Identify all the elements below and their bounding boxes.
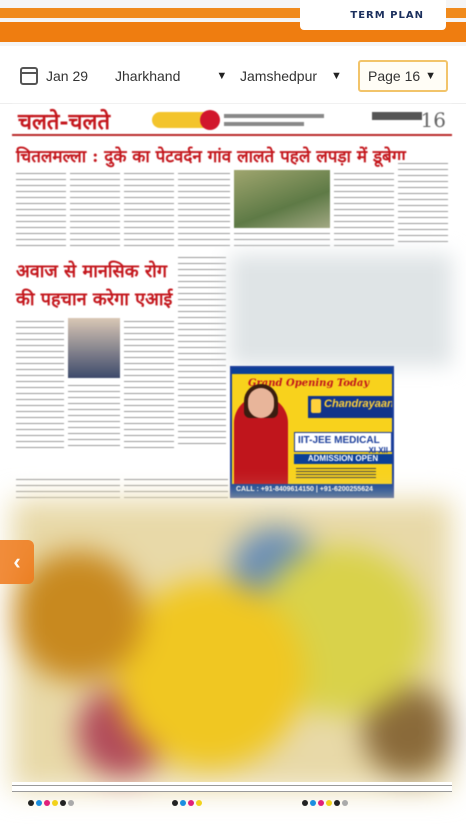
section-title: चलते-चलते bbox=[18, 109, 110, 135]
newspaper-page[interactable]: चलते-चलते 16 चितलमल्ला : दुके का पेटवर्द… bbox=[12, 104, 452, 816]
print-registration-marks bbox=[172, 800, 202, 806]
article-photo bbox=[68, 318, 120, 378]
headline-line: अवाज से मानसिक रोग bbox=[16, 261, 167, 282]
term-plan-badge: TERM PLAN bbox=[300, 0, 446, 30]
print-registration-marks bbox=[302, 800, 348, 806]
blurred-content bbox=[12, 500, 452, 790]
headline-line: की पहचान करेगा एआई bbox=[16, 289, 173, 310]
page-footer bbox=[12, 782, 452, 812]
state-label: Jharkhand bbox=[115, 68, 181, 84]
chevron-down-icon: ▼ bbox=[425, 70, 436, 82]
article-photo bbox=[234, 170, 330, 228]
newspaper-brand bbox=[372, 112, 422, 120]
epaper-toolbar: Jan 29 Jharkhand ▼ Jamshedpur ▼ Page 16 … bbox=[0, 46, 466, 104]
masthead-text-line bbox=[224, 114, 324, 118]
masthead-text-line bbox=[224, 122, 304, 126]
second-headline: अवाज से मानसिक रोग की पहचान करेगा एआई bbox=[16, 258, 172, 314]
ad-contact: CALL : +91-8409614150 | +91-6200255624 bbox=[232, 484, 392, 496]
admission-advertisement[interactable]: Grand Opening Today Chandrayaan IIT-JEE … bbox=[230, 366, 394, 498]
previous-page-button[interactable]: ‹ bbox=[0, 540, 34, 584]
city-dropdown[interactable]: Jamshedpur ▼ bbox=[240, 60, 342, 92]
page-masthead: चलते-चलते 16 bbox=[12, 104, 452, 136]
masthead-badge bbox=[152, 110, 220, 130]
article-column bbox=[334, 170, 394, 246]
date-label: Jan 29 bbox=[46, 68, 89, 84]
article-column bbox=[398, 160, 448, 246]
article-column bbox=[16, 476, 120, 500]
footer-text bbox=[12, 782, 452, 792]
article-column bbox=[178, 170, 230, 246]
article-column bbox=[16, 318, 64, 448]
ad-courses: IIT-JEE MEDICAL XI XII bbox=[294, 432, 392, 455]
article-column bbox=[124, 476, 228, 500]
photo-caption bbox=[234, 230, 330, 246]
article-column bbox=[70, 170, 120, 246]
article-column bbox=[124, 318, 174, 448]
chevron-down-icon: ▼ bbox=[216, 70, 228, 82]
article-column bbox=[16, 170, 66, 246]
date-selector[interactable]: Jan 29 bbox=[20, 60, 88, 92]
ad-feature-list bbox=[296, 466, 376, 480]
calendar-icon bbox=[20, 67, 38, 85]
ad-admission-banner: ADMISSION OPEN bbox=[294, 454, 392, 464]
ad-course-label: IIT-JEE MEDICAL bbox=[298, 435, 380, 446]
ad-brand-name: Chandrayaan bbox=[324, 398, 394, 410]
article-column bbox=[124, 170, 174, 246]
chevron-left-icon: ‹ bbox=[13, 549, 21, 574]
chevron-down-icon: ▼ bbox=[331, 70, 342, 82]
ad-brand-logo: Chandrayaan bbox=[308, 396, 392, 418]
ad-header-bar bbox=[232, 368, 392, 374]
article-column bbox=[68, 382, 120, 448]
blurred-content bbox=[230, 254, 452, 366]
page-dropdown[interactable]: Page 16 ▼ bbox=[358, 60, 448, 92]
print-registration-marks bbox=[28, 800, 74, 806]
article-column bbox=[178, 254, 226, 448]
term-plan-label: TERM PLAN bbox=[350, 10, 424, 21]
city-label: Jamshedpur bbox=[240, 68, 318, 84]
main-headline: चितलमल्ला : दुके का पेटवर्दन गांव लालते … bbox=[16, 147, 406, 167]
top-banner-ad[interactable]: TERM PLAN bbox=[0, 0, 466, 46]
ad-model-face bbox=[248, 388, 274, 418]
page-label: Page 16 bbox=[368, 68, 421, 84]
page-number: 16 bbox=[420, 108, 446, 132]
state-dropdown[interactable]: Jharkhand ▼ bbox=[115, 60, 227, 92]
